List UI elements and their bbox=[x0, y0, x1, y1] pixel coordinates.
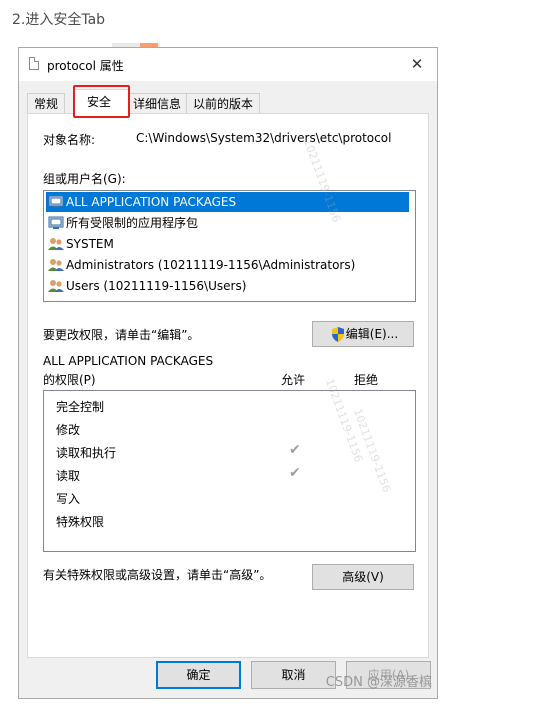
groups-label: 组或用户名(G): bbox=[43, 172, 126, 186]
users-icon bbox=[48, 280, 64, 292]
csdn-watermark: CSDN @深源香槟 bbox=[325, 675, 432, 690]
packages-icon bbox=[48, 216, 64, 229]
permission-row-label: 修改 bbox=[56, 423, 81, 437]
list-item-label: SYSTEM bbox=[66, 237, 114, 251]
cancel-button[interactable]: 取消 bbox=[251, 661, 336, 689]
tab-highlight-annotation bbox=[73, 85, 130, 118]
permission-row-label: 特殊权限 bbox=[56, 515, 105, 529]
permissions-label: 的权限(P) bbox=[43, 373, 96, 387]
object-name-value: C:\Windows\System32\drivers\etc\protocol bbox=[136, 131, 392, 145]
list-item-label: Users (10211119-1156\Users) bbox=[66, 279, 247, 293]
allow-check-icon: ✔ bbox=[289, 442, 301, 458]
allow-check-icon: ✔ bbox=[289, 465, 301, 481]
groups-listbox[interactable]: ALL APPLICATION PACKAGES 所有受限制的应用程序包 SYS… bbox=[43, 190, 416, 302]
tab-general[interactable]: 常规 bbox=[27, 93, 66, 113]
deny-header: 拒绝 bbox=[354, 373, 379, 387]
close-button[interactable]: ✕ bbox=[397, 48, 437, 81]
ok-button[interactable]: 确定 bbox=[156, 661, 241, 689]
edit-hint: 要更改权限，请单击“编辑”。 bbox=[43, 328, 200, 342]
permission-row-label: 完全控制 bbox=[56, 400, 105, 414]
permissions-for-label: ALL APPLICATION PACKAGES bbox=[43, 354, 214, 368]
users-icon bbox=[48, 238, 64, 250]
list-item[interactable]: ALL APPLICATION PACKAGES bbox=[46, 192, 409, 212]
allow-header: 允许 bbox=[281, 373, 306, 387]
list-item[interactable]: SYSTEM bbox=[46, 234, 114, 254]
list-item[interactable]: Users (10211119-1156\Users) bbox=[46, 276, 246, 296]
properties-dialog: protocol 属性 ✕ 常规 安全 详细信息 以前的版本 对象名称: C:\… bbox=[18, 47, 438, 699]
permission-row-label: 读取和执行 bbox=[56, 446, 117, 460]
permission-row-label: 读取 bbox=[56, 469, 81, 483]
uac-shield-icon bbox=[332, 327, 344, 342]
advanced-hint: 有关特殊权限或高级设置，请单击“高级”。 bbox=[43, 568, 272, 582]
users-icon bbox=[48, 259, 64, 271]
tab-details[interactable]: 详细信息 bbox=[129, 93, 189, 113]
packages-icon bbox=[48, 195, 64, 208]
list-item-label: ALL APPLICATION PACKAGES bbox=[66, 195, 237, 209]
file-icon bbox=[29, 57, 39, 70]
list-item-label: 所有受限制的应用程序包 bbox=[66, 216, 199, 230]
list-item[interactable]: 所有受限制的应用程序包 bbox=[46, 213, 198, 233]
window-title: protocol 属性 bbox=[47, 59, 124, 73]
permission-row-label: 写入 bbox=[56, 492, 81, 506]
security-tab-panel: 对象名称: C:\Windows\System32\drivers\etc\pr… bbox=[27, 113, 429, 658]
tab-previous-versions[interactable]: 以前的版本 bbox=[186, 93, 261, 113]
step-caption: 2.进入安全Tab bbox=[12, 12, 106, 28]
advanced-button[interactable]: 高级(V) bbox=[312, 564, 414, 590]
list-item-label: Administrators (10211119-1156\Administra… bbox=[66, 258, 356, 272]
edit-button[interactable]: 编辑(E)... bbox=[312, 321, 414, 347]
object-name-label: 对象名称: bbox=[43, 133, 96, 147]
dialog-body: 常规 安全 详细信息 以前的版本 对象名称: C:\Windows\System… bbox=[19, 81, 437, 698]
title-bar: protocol 属性 ✕ bbox=[19, 48, 437, 81]
list-item[interactable]: Administrators (10211119-1156\Administra… bbox=[46, 255, 355, 275]
